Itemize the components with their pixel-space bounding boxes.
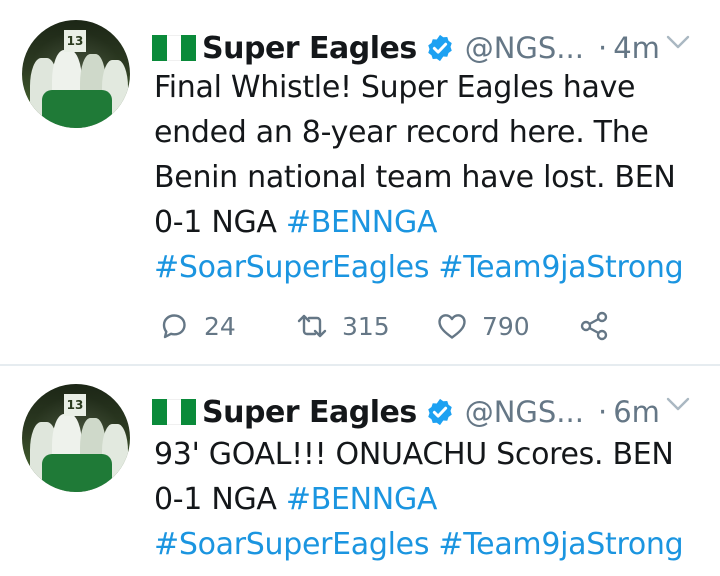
avatar[interactable]: 13 (22, 384, 130, 492)
separator-dot: · (597, 31, 608, 65)
verified-badge-icon (427, 398, 452, 426)
tweet-text-segment: Benin national team have lost. BEN (154, 160, 676, 195)
hashtag-link[interactable]: #BENNGA (286, 482, 438, 517)
retweet-icon (297, 314, 327, 338)
jersey-number: 13 (64, 394, 86, 416)
tweet-header: Super Eagles @NGS... · 6m (152, 392, 660, 432)
tweet-text-line: Benin national team have lost. BEN (154, 155, 714, 200)
retweet-button[interactable]: 315 (296, 306, 390, 346)
nigeria-flag-icon (152, 399, 197, 425)
tweet-text-line: 93' GOAL!!! ONUACHU Scores. BEN (154, 432, 714, 477)
tweet-text: Final Whistle! Super Eagles have ended an… (154, 65, 714, 290)
share-button[interactable] (578, 306, 610, 346)
reply-icon (162, 314, 186, 339)
hashtag-link[interactable]: #SoarSuperEagles (154, 527, 429, 562)
author-handle[interactable]: @NGS... (465, 31, 584, 65)
tweet-text-line: ended an 8-year record here. The (154, 110, 714, 155)
like-button[interactable]: 790 (436, 306, 530, 346)
tweet-text: 93' GOAL!!! ONUACHU Scores. BEN 0-1 NGA #… (154, 432, 714, 567)
tweet-text-line: #SoarSuperEagles #Team9jaStrong (154, 245, 714, 290)
timestamp[interactable]: 6m (613, 395, 660, 429)
tweet-text-segment: Final Whistle! Super Eagles have (154, 70, 636, 105)
reply-button[interactable]: 24 (158, 306, 236, 346)
tweet-text-line: 0-1 NGA #BENNGA (154, 477, 714, 522)
tweet-actions: 24 315 790 (154, 306, 634, 346)
author-handle[interactable]: @NGS... (465, 395, 584, 429)
hashtag-link[interactable]: #Team9jaStrong (438, 250, 683, 285)
hashtag-link[interactable]: #Team9jaStrong (438, 527, 683, 562)
share-icon (580, 311, 608, 341)
tweet-text-segment: 0-1 NGA (154, 205, 286, 240)
tweet-text-line: Final Whistle! Super Eagles have (154, 65, 714, 110)
hashtag-link[interactable]: #BENNGA (286, 205, 438, 240)
jersey-number: 13 (64, 30, 86, 52)
reply-count: 24 (204, 311, 236, 341)
tweet-text-line: 0-1 NGA #BENNGA (154, 200, 714, 245)
chevron-down-icon[interactable] (664, 32, 692, 52)
retweet-count: 315 (342, 311, 390, 341)
separator-dot: · (597, 395, 608, 429)
avatar[interactable]: 13 (22, 20, 130, 128)
nigeria-flag-icon (152, 35, 197, 61)
heart-icon (438, 314, 466, 339)
chevron-down-icon[interactable] (664, 394, 692, 414)
tweet-text-segment: 0-1 NGA (154, 482, 286, 517)
like-count: 790 (482, 311, 530, 341)
tweet[interactable]: 13 Super Eagles @NGS... · 4m Final Whist… (0, 0, 720, 364)
hashtag-link[interactable]: #SoarSuperEagles (154, 250, 429, 285)
verified-badge-icon (427, 34, 452, 62)
tweet-header: Super Eagles @NGS... · 4m (152, 28, 660, 68)
tweet-text-line: #SoarSuperEagles #Team9jaStrong (154, 522, 714, 567)
author-name[interactable]: Super Eagles (202, 395, 417, 430)
timestamp[interactable]: 4m (613, 31, 660, 65)
tweet[interactable]: 13 Super Eagles @NGS... · 6m 93' GOAL!!!… (0, 366, 720, 576)
author-name[interactable]: Super Eagles (202, 31, 417, 66)
tweet-text-segment: ended an 8-year record here. The (154, 115, 649, 150)
tweet-text-segment: 93' GOAL!!! ONUACHU Scores. BEN (154, 437, 674, 472)
